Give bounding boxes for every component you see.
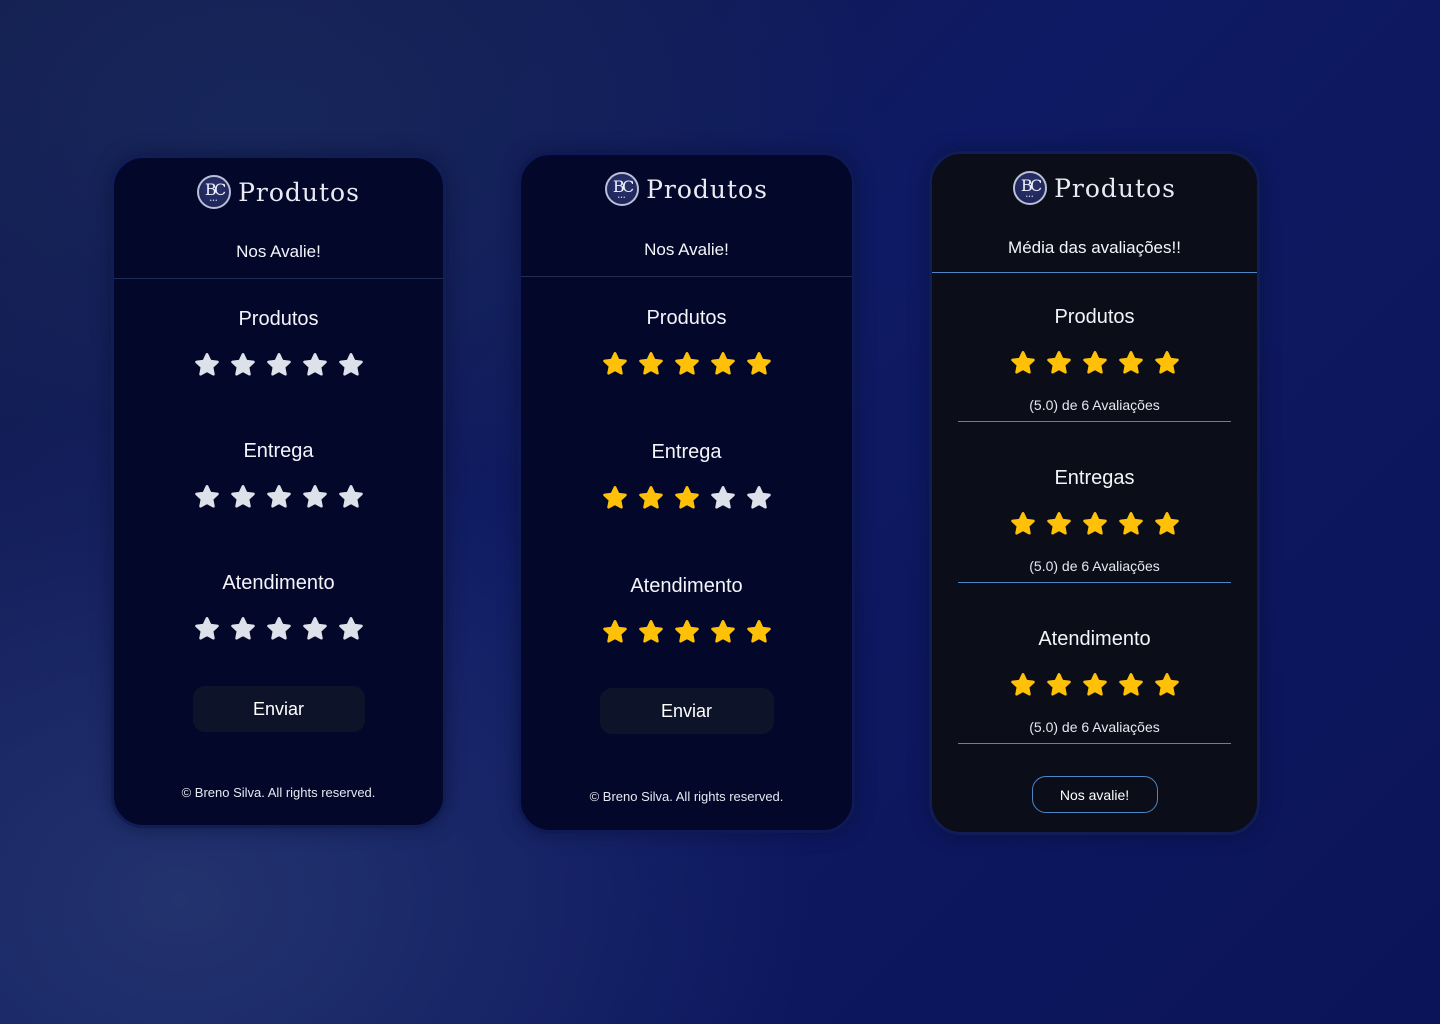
copyright-footer: © Breno Silva. All rights reserved. <box>181 785 376 800</box>
star-icon[interactable] <box>638 485 664 511</box>
logo-dots: ••• <box>617 195 627 201</box>
section-title-entrega: Entrega <box>651 441 722 463</box>
brand-logo: BC ••• <box>1013 171 1048 205</box>
copyright-footer: © Breno Silva. All rights reserved. <box>589 789 784 804</box>
send-button[interactable]: Enviar <box>599 688 774 734</box>
rating-summary-entregas: (5.0) de 6 Avaliações <box>1029 558 1160 574</box>
star-icon[interactable] <box>602 351 628 377</box>
brand-logo: BC ••• <box>605 172 640 206</box>
star-icon <box>1046 673 1071 696</box>
star-icon <box>1118 512 1143 535</box>
star-rating-produtos[interactable] <box>521 351 852 377</box>
star-icon[interactable] <box>338 616 364 642</box>
brand-name: Produtos <box>1054 173 1176 203</box>
star-icon <box>1046 512 1071 535</box>
star-icon[interactable] <box>638 351 664 377</box>
star-icon[interactable] <box>338 352 364 378</box>
send-button[interactable]: Enviar <box>192 686 365 732</box>
card-subtitle: Nos Avalie! <box>644 240 729 259</box>
star-icon[interactable] <box>674 351 700 377</box>
section-title-atendimento: Atendimento <box>222 572 335 594</box>
star-rating-entregas <box>932 511 1257 537</box>
star-icon <box>1082 512 1107 535</box>
section-title-entrega: Entrega <box>243 440 314 462</box>
star-rating-atendimento[interactable] <box>521 619 852 645</box>
star-icon[interactable] <box>302 616 328 642</box>
brand-header: BC ••• Produtos <box>114 175 443 209</box>
card-subtitle: Média das avaliações!! <box>1008 238 1181 257</box>
star-icon <box>1154 512 1179 535</box>
star-icon[interactable] <box>194 616 220 642</box>
section-title-produtos: Produtos <box>1054 306 1135 328</box>
star-icon <box>1154 351 1179 374</box>
rate-us-button[interactable]: Nos avalie! <box>1031 776 1158 813</box>
star-rating-produtos <box>932 350 1257 376</box>
star-icon[interactable] <box>746 485 772 511</box>
brand-logo: BC ••• <box>197 175 232 209</box>
brand-header: BC ••• Produtos <box>932 171 1257 205</box>
section-title-produtos: Produtos <box>646 307 727 329</box>
star-icon <box>1010 673 1035 696</box>
star-icon[interactable] <box>302 484 328 510</box>
header-divider <box>114 278 443 279</box>
brand-name: Produtos <box>646 174 768 204</box>
logo-text: BC <box>612 177 634 196</box>
logo-dots: ••• <box>209 198 219 204</box>
star-icon[interactable] <box>710 619 736 645</box>
star-rating-atendimento[interactable] <box>114 616 443 642</box>
star-icon[interactable] <box>710 351 736 377</box>
logo-text: BC <box>1020 176 1042 195</box>
brand-header: BC ••• Produtos <box>521 172 852 206</box>
star-icon[interactable] <box>746 619 772 645</box>
average-ratings-card: BC ••• Produtos Média das avaliações!! P… <box>929 151 1260 835</box>
star-icon <box>1118 673 1143 696</box>
section-title-atendimento: Atendimento <box>630 575 743 597</box>
section-title-atendimento: Atendimento <box>1038 628 1151 650</box>
star-icon[interactable] <box>266 484 292 510</box>
star-icon[interactable] <box>194 484 220 510</box>
star-icon[interactable] <box>338 484 364 510</box>
star-icon <box>1154 673 1179 696</box>
star-icon[interactable] <box>266 616 292 642</box>
star-icon[interactable] <box>710 485 736 511</box>
star-icon[interactable] <box>602 485 628 511</box>
star-icon <box>1082 673 1107 696</box>
star-icon <box>1082 351 1107 374</box>
rating-summary-produtos: (5.0) de 6 Avaliações <box>1029 397 1160 413</box>
star-icon <box>1118 351 1143 374</box>
rating-card-2: BC ••• Produtos Nos Avalie! Produtos Ent… <box>518 152 855 833</box>
header-divider <box>521 276 852 277</box>
rating-card-1: BC ••• Produtos Nos Avalie! Produtos Ent… <box>111 155 446 828</box>
star-icon[interactable] <box>674 619 700 645</box>
card-subtitle: Nos Avalie! <box>236 242 321 261</box>
star-rating-atendimento <box>932 672 1257 698</box>
star-icon[interactable] <box>194 352 220 378</box>
star-icon[interactable] <box>230 352 256 378</box>
star-icon <box>1046 351 1071 374</box>
star-rating-produtos[interactable] <box>114 352 443 378</box>
header-divider <box>932 272 1257 273</box>
star-rating-entrega[interactable] <box>114 484 443 510</box>
star-icon[interactable] <box>266 352 292 378</box>
section-title-produtos: Produtos <box>238 308 319 330</box>
star-icon[interactable] <box>602 619 628 645</box>
logo-dots: ••• <box>1025 194 1035 200</box>
brand-name: Produtos <box>238 177 360 207</box>
section-title-entregas: Entregas <box>1054 467 1135 489</box>
star-icon[interactable] <box>746 351 772 377</box>
star-icon[interactable] <box>230 616 256 642</box>
rating-summary-atendimento: (5.0) de 6 Avaliações <box>1029 719 1160 735</box>
star-icon[interactable] <box>638 619 664 645</box>
logo-text: BC <box>204 180 226 199</box>
star-rating-entrega[interactable] <box>521 485 852 511</box>
star-icon[interactable] <box>230 484 256 510</box>
section-separator <box>958 582 1231 583</box>
star-icon[interactable] <box>302 352 328 378</box>
section-separator <box>958 421 1231 422</box>
star-icon[interactable] <box>674 485 700 511</box>
star-icon <box>1010 512 1035 535</box>
star-icon <box>1010 351 1035 374</box>
section-separator <box>958 743 1231 744</box>
